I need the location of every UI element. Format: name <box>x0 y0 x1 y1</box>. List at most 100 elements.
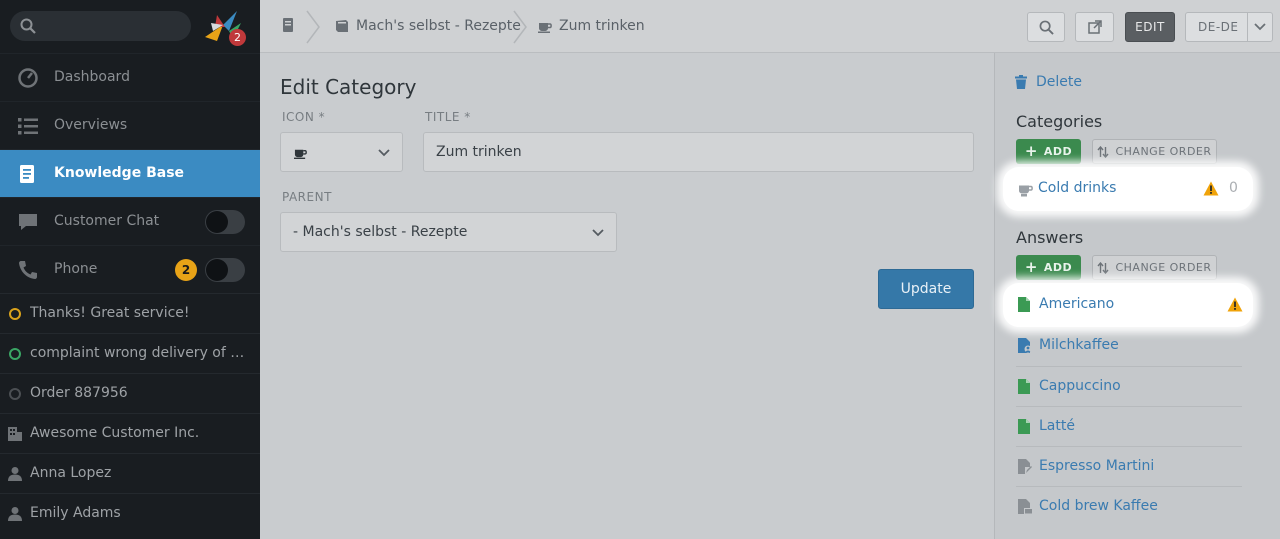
breadcrumb-separator-icon <box>513 10 527 44</box>
sidebar-header: 2 <box>0 0 260 53</box>
add-category-button[interactable]: + ADD <box>1016 139 1081 164</box>
parent-select[interactable]: - Mach's selbst - Rezepte <box>280 212 617 252</box>
breadcrumb-label: Zum trinken <box>559 18 645 34</box>
answer-label: Americano <box>1039 296 1115 312</box>
ticket-item[interactable]: Order 887956 <box>0 373 260 413</box>
plus-icon: + <box>1024 142 1038 160</box>
answer-item[interactable]: Americano <box>1016 285 1243 325</box>
search-icon <box>20 18 36 34</box>
answer-item[interactable]: Latté <box>1016 406 1242 446</box>
user-name: Emily Adams <box>30 505 121 521</box>
add-answer-button[interactable]: + ADD <box>1016 255 1081 280</box>
nav-overviews[interactable]: Overviews <box>0 101 260 149</box>
nav-label: Dashboard <box>54 69 130 85</box>
parent-select-value: - Mach's selbst - Rezepte <box>293 224 468 240</box>
notification-badge[interactable]: 2 <box>229 29 246 46</box>
parent-field-label: PARENT <box>282 190 332 204</box>
building-icon <box>8 427 22 441</box>
coffee-cup-icon <box>1019 185 1033 197</box>
ticket-status-icon <box>9 388 21 400</box>
ticket-status-icon <box>9 308 21 320</box>
category-item[interactable]: Cold drinks 0 <box>1016 169 1242 209</box>
search-button[interactable] <box>1027 12 1065 42</box>
answer-item[interactable]: Milchkaffee <box>1016 326 1242 366</box>
answer-label: Cold brew Kaffee <box>1039 498 1158 514</box>
title-input-value: Zum trinken <box>436 144 522 160</box>
breadcrumb-item[interactable]: Mach's selbst - Rezepte <box>335 18 521 34</box>
icon-select[interactable] <box>280 132 403 172</box>
plus-icon: + <box>1024 258 1038 276</box>
sort-icon <box>1097 145 1110 158</box>
nav-dashboard[interactable]: Dashboard <box>0 53 260 101</box>
phone-toggle[interactable] <box>205 258 245 282</box>
published-document-icon <box>1018 379 1030 394</box>
answer-item[interactable]: Cold brew Kaffee <box>1016 486 1242 526</box>
delete-label: Delete <box>1036 74 1082 90</box>
nav-phone[interactable]: Phone 2 <box>0 245 260 293</box>
ticket-status-icon <box>9 348 21 360</box>
answer-label: Milchkaffee <box>1039 337 1119 353</box>
nav-label: Phone <box>54 261 98 277</box>
add-label: ADD <box>1043 261 1073 274</box>
nav-customer-chat[interactable]: Customer Chat <box>0 197 260 245</box>
update-button[interactable]: Update <box>878 269 974 309</box>
answer-label: Latté <box>1039 418 1075 434</box>
person-icon <box>8 467 22 481</box>
breadcrumb-label: Mach's selbst - Rezepte <box>356 18 521 34</box>
ticket-title: complaint wrong delivery of order <box>30 345 250 361</box>
category-count: 0 <box>1229 180 1238 196</box>
user-name: Anna Lopez <box>30 465 112 481</box>
categories-heading: Categories <box>1016 112 1103 131</box>
answers-heading: Answers <box>1016 228 1084 247</box>
external-link-icon <box>1087 20 1102 34</box>
nav-label: Knowledge Base <box>54 165 185 181</box>
breadcrumb-separator-icon <box>306 10 320 44</box>
ticket-item[interactable]: complaint wrong delivery of order <box>0 333 260 373</box>
organization-item[interactable]: Awesome Customer Inc. <box>0 413 260 453</box>
page-title: Edit Category <box>280 75 417 99</box>
chevron-down-icon <box>378 149 390 157</box>
published-document-icon <box>1018 419 1030 434</box>
ticket-title: Order 887956 <box>30 385 128 401</box>
user-item[interactable]: Anna Lopez <box>0 453 260 493</box>
nav-label: Overviews <box>54 117 128 133</box>
breadcrumb-root[interactable] <box>281 18 302 32</box>
phone-icon <box>19 261 37 279</box>
select-divider <box>1247 13 1248 41</box>
chat-icon <box>19 214 37 230</box>
edit-button[interactable]: EDIT <box>1125 12 1175 42</box>
language-value: DE-DE <box>1198 20 1239 34</box>
nav-knowledge-base[interactable]: Knowledge Base <box>0 149 260 197</box>
customer-chat-toggle[interactable] <box>205 210 245 234</box>
answer-item[interactable]: Espresso Martini <box>1016 446 1242 486</box>
answer-label: Espresso Martini <box>1039 458 1155 474</box>
user-item[interactable]: Emily Adams <box>0 493 260 533</box>
title-field-label: TITLE * <box>425 110 471 124</box>
category-label: Cold drinks <box>1038 180 1117 196</box>
open-external-button[interactable] <box>1075 12 1114 42</box>
dashboard-icon <box>18 68 38 88</box>
organization-name: Awesome Customer Inc. <box>30 425 200 441</box>
trash-icon <box>1015 75 1027 89</box>
internal-document-icon <box>1018 338 1032 353</box>
coffee-cup-icon <box>538 23 552 33</box>
change-order-label: CHANGE ORDER <box>1115 145 1212 158</box>
ticket-item[interactable]: Thanks! Great service! <box>0 293 260 333</box>
sidebar: 2 Dashboard Overviews Knowledge Base Cus… <box>0 0 260 539</box>
answer-item[interactable]: Cappuccino <box>1016 366 1242 406</box>
coffee-cup-icon <box>294 149 307 159</box>
search-input[interactable] <box>10 11 191 41</box>
breadcrumb-item[interactable]: Zum trinken <box>538 18 645 34</box>
title-input[interactable]: Zum trinken <box>423 132 974 172</box>
change-answer-order-button[interactable]: CHANGE ORDER <box>1092 255 1217 280</box>
published-document-icon <box>1018 297 1030 312</box>
change-category-order-button[interactable]: CHANGE ORDER <box>1092 139 1217 164</box>
delete-button[interactable]: Delete <box>1015 74 1082 90</box>
book-icon <box>336 20 348 32</box>
ticket-title: Thanks! Great service! <box>30 305 190 321</box>
side-panel: Delete Categories + ADD CHANGE ORDER Col… <box>994 53 1280 539</box>
warning-icon <box>1227 297 1243 312</box>
language-select[interactable]: DE-DE <box>1185 12 1273 42</box>
nav-label: Customer Chat <box>54 213 160 229</box>
search-icon <box>1039 20 1054 35</box>
